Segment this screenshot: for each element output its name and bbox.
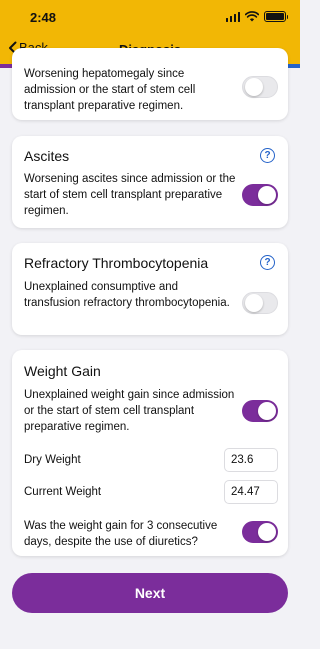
current-weight-field[interactable] xyxy=(224,480,278,504)
wifi-icon xyxy=(245,11,259,22)
diuretics-question: Was the weight gain for 3 consecutive da… xyxy=(24,520,218,548)
cellular-signal-icon xyxy=(225,11,240,22)
dry-weight-label: Dry Weight xyxy=(24,454,81,466)
card-description: Unexplained consumptive and transfusion … xyxy=(24,281,230,309)
card-title: Refractory Thrombocytopenia xyxy=(24,255,209,271)
card-description: Worsening ascites since admission or the… xyxy=(24,173,236,217)
next-button[interactable]: Next xyxy=(12,573,288,613)
status-time: 2:48 xyxy=(30,10,57,25)
ascites-card: Ascites ? Worsening ascites since admiss… xyxy=(12,136,288,228)
thrombocytopenia-toggle[interactable] xyxy=(242,292,278,314)
thrombocytopenia-card: Refractory Thrombocytopenia ? Unexplaine… xyxy=(12,243,288,335)
weight-gain-toggle[interactable] xyxy=(242,400,278,422)
diuretics-toggle[interactable] xyxy=(242,521,278,543)
ascites-toggle[interactable] xyxy=(242,184,278,206)
battery-icon xyxy=(264,11,288,22)
hepatomegaly-card: Worsening hepatomegaly since admission o… xyxy=(12,48,288,120)
weight-gain-card: Weight Gain Unexplained weight gain sinc… xyxy=(12,350,288,556)
card-description: Unexplained weight gain since admission … xyxy=(24,389,235,433)
current-weight-label: Current Weight xyxy=(24,486,102,498)
question-circle-icon[interactable]: ? xyxy=(260,255,275,270)
question-circle-icon[interactable]: ? xyxy=(260,148,275,163)
status-icons xyxy=(225,11,288,22)
dry-weight-field[interactable] xyxy=(224,448,278,472)
status-bar: 2:48 xyxy=(0,0,300,34)
card-title: Ascites xyxy=(24,148,70,164)
card-description: Worsening hepatomegaly since admission o… xyxy=(24,68,196,112)
hepatomegaly-toggle[interactable] xyxy=(242,76,278,98)
card-title: Weight Gain xyxy=(24,363,101,379)
